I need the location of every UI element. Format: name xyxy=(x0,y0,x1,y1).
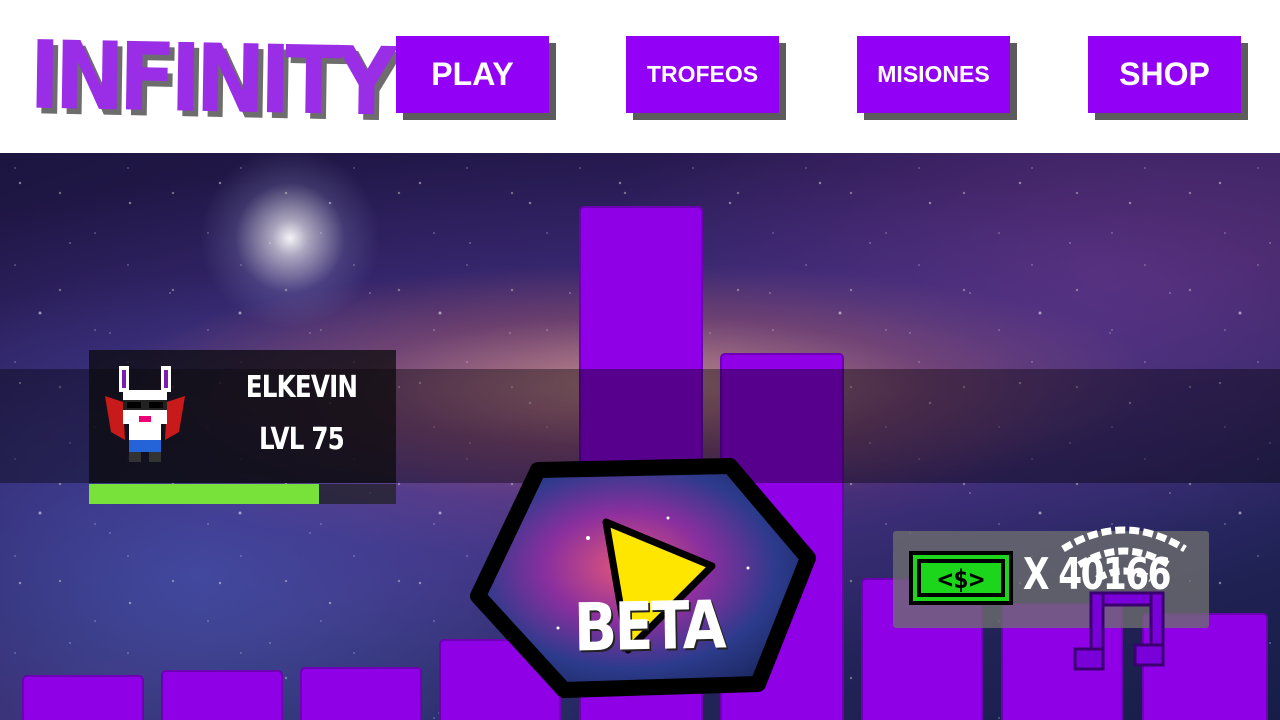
game-logo: INFINITY xyxy=(28,20,392,137)
svg-text:<$>: <$> xyxy=(938,565,985,595)
player-level: LVL 75 xyxy=(259,422,345,457)
trofeos-nav-button[interactable]: TROFEOS xyxy=(626,36,779,113)
player-name: ELKEVIN xyxy=(245,370,358,405)
shop-nav-button[interactable]: SHOP xyxy=(1088,36,1241,113)
space-background: ELKEVIN LVL 75 <$> X 40166 BETA xyxy=(0,153,1280,720)
equalizer-bar xyxy=(161,670,283,720)
top-header: INFINITY PLAY TROFEOS MISIONES SHOP xyxy=(0,0,1280,153)
bunny-avatar-icon xyxy=(105,366,185,462)
beta-label: BETA xyxy=(573,586,725,667)
player-card[interactable]: ELKEVIN LVL 75 xyxy=(89,350,396,483)
music-wifi-icon[interactable] xyxy=(1055,519,1193,684)
xp-progress-fill xyxy=(89,484,320,504)
play-nav-button[interactable]: PLAY xyxy=(396,36,549,113)
money-bill-icon: <$> xyxy=(909,551,1013,605)
xp-progress-bar xyxy=(89,484,396,504)
equalizer-bar xyxy=(22,675,144,720)
equalizer-bar xyxy=(300,667,422,720)
misiones-nav-button[interactable]: MISIONES xyxy=(857,36,1010,113)
